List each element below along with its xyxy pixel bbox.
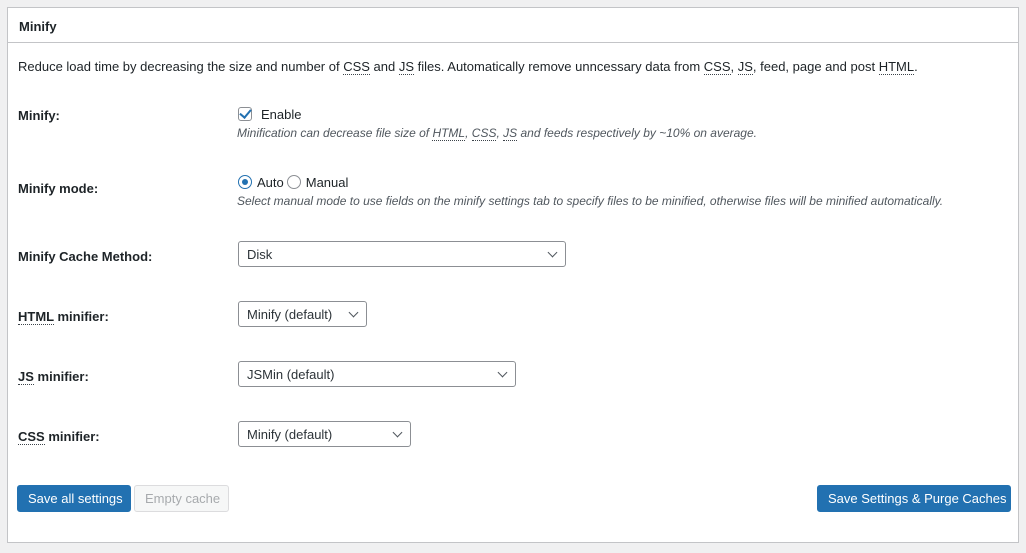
minify-enable-label[interactable]: Enable	[261, 107, 301, 122]
html-minifier-select[interactable]: Minify (default)	[238, 301, 367, 327]
chevron-down-icon	[348, 307, 359, 318]
abbr-js: JS	[503, 126, 518, 141]
cache-method-label: Minify Cache Method:	[18, 249, 153, 264]
abbr-css: CSS	[343, 59, 370, 75]
abbr-js: JS	[398, 59, 415, 75]
minify-mode-label: Minify mode:	[18, 181, 99, 196]
css-minifier-select[interactable]: Minify (default)	[238, 421, 411, 447]
minify-mode-auto-label[interactable]: Auto	[257, 175, 284, 190]
abbr-css: CSS	[18, 429, 45, 445]
minify-mode-description: Select manual mode to use fields on the …	[237, 194, 944, 208]
abbr-html: HTML	[878, 59, 915, 75]
abbr-css: CSS	[703, 59, 731, 75]
cache-method-value: Disk	[247, 247, 273, 262]
chevron-down-icon	[547, 247, 558, 258]
empty-cache-button[interactable]: Empty cache	[134, 485, 229, 512]
minify-field: Enable Minification can decrease file si…	[237, 105, 757, 141]
abbr-js: JS	[737, 59, 753, 75]
abbr-js: JS	[18, 369, 34, 385]
minify-mode-manual-radio[interactable]	[286, 175, 301, 189]
js-minifier-label: JS minifier:	[18, 369, 89, 385]
html-minifier-value: Minify (default)	[247, 307, 333, 322]
intro-text: Reduce load time by decreasing the size …	[18, 59, 918, 75]
minify-label: Minify:	[18, 108, 60, 123]
minify-description: Minification can decrease file size of H…	[237, 126, 757, 141]
js-minifier-select[interactable]: JSMin (default)	[238, 361, 516, 387]
save-purge-caches-button[interactable]: Save Settings & Purge Caches	[817, 485, 1011, 512]
save-all-settings-button[interactable]: Save all settings	[17, 485, 131, 512]
minify-mode-manual-label[interactable]: Manual	[306, 175, 349, 190]
abbr-css: CSS	[471, 126, 497, 141]
chevron-down-icon	[392, 427, 403, 438]
minify-enable-checkbox[interactable]	[238, 107, 252, 121]
css-minifier-value: Minify (default)	[247, 427, 333, 442]
abbr-html: HTML	[18, 309, 54, 325]
cache-method-select[interactable]: Disk	[238, 241, 566, 267]
css-minifier-label: CSS minifier:	[18, 429, 100, 445]
minify-mode-auto-radio[interactable]	[238, 175, 252, 189]
js-minifier-value: JSMin (default)	[247, 367, 335, 382]
minify-settings-panel: Minify Reduce load time by decreasing th…	[7, 7, 1019, 543]
minify-enable-control[interactable]: Enable	[237, 105, 757, 123]
abbr-html: HTML	[432, 126, 466, 141]
panel-title: Minify	[8, 8, 1018, 43]
html-minifier-label: HTML minifier:	[18, 309, 109, 325]
chevron-down-icon	[497, 367, 508, 378]
minify-mode-field: Auto Manual Select manual mode to use fi…	[237, 173, 944, 209]
minify-mode-radio-group: Auto Manual	[237, 173, 943, 191]
